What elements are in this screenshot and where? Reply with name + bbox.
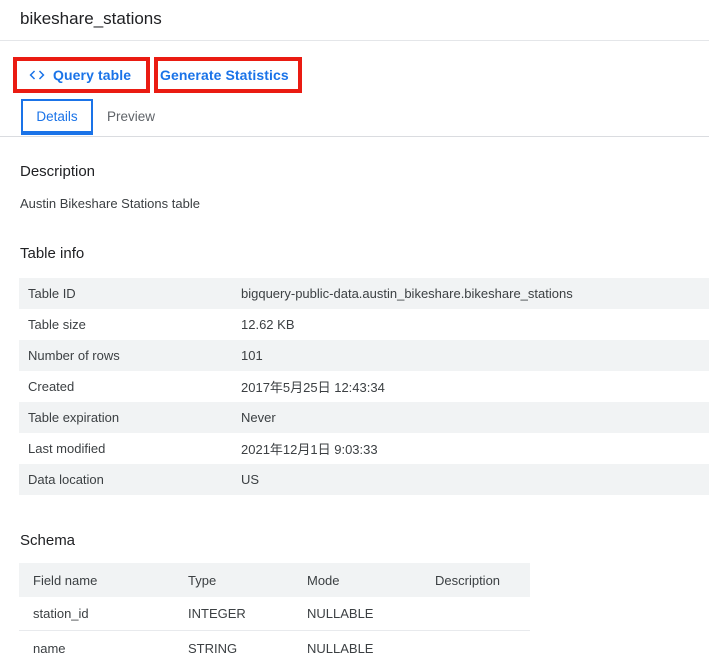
info-label: Table size (28, 317, 86, 332)
description-heading: Description (20, 163, 96, 180)
tab-details[interactable]: Details (21, 99, 93, 134)
query-table-label: Query table (53, 67, 132, 83)
info-value: 2017年5月25日 12:43:34 (241, 380, 385, 395)
schema-col-mode: Mode (307, 572, 340, 588)
info-value: US (241, 472, 260, 487)
schema-col-field-name: Field name (33, 572, 98, 588)
table-info-row: Table expiration Never (19, 402, 709, 433)
schema-table: Field name Type Mode Description station… (19, 563, 530, 665)
schema-col-description: Description (435, 572, 501, 588)
generate-statistics-label: Generate Statistics (160, 67, 289, 83)
schema-field-mode: NULLABLE (307, 606, 374, 621)
info-label: Created (28, 379, 75, 394)
info-value: bigquery-public-data.austin_bikeshare.bi… (241, 286, 573, 301)
page-title: bikeshare_stations (20, 9, 162, 28)
schema-header-row: Field name Type Mode Description (19, 563, 530, 597)
generate-statistics-button[interactable]: Generate Statistics (160, 57, 289, 93)
info-label: Table expiration (28, 410, 120, 425)
schema-field-mode: NULLABLE (307, 640, 374, 656)
code-icon (28, 66, 46, 84)
info-value: 12.62 KB (241, 317, 295, 332)
active-tab-underline (21, 131, 93, 135)
table-info-row: Table ID bigquery-public-data.austin_bike… (19, 278, 709, 309)
schema-field-type: INTEGER (188, 606, 246, 621)
description-text: Austin Bikeshare Stations table (20, 196, 200, 211)
info-value: Never (241, 410, 276, 425)
schema-field-row: station_id INTEGER NULLABLE (19, 597, 530, 631)
schema-field-name: station_id (33, 606, 89, 621)
info-value: 101 (241, 348, 263, 363)
info-label: Table ID (28, 286, 76, 301)
table-info-table: Table ID bigquery-public-data.austin_bike… (19, 278, 709, 495)
schema-heading: Schema (20, 532, 76, 549)
schema-field-type: STRING (188, 640, 238, 656)
table-info-row: Last modified 2021年12月1日 9:03:33 (19, 433, 709, 464)
query-table-button[interactable]: Query table (28, 57, 131, 93)
table-info-row: Number of rows 101 (19, 340, 709, 371)
tab-preview[interactable]: Preview (101, 99, 161, 134)
header-divider (0, 40, 709, 41)
schema-field-row: name STRING NULLABLE (19, 631, 530, 665)
table-info-row: Data location US (19, 464, 709, 495)
table-info-row: Table size 12.62 KB (19, 309, 709, 340)
table-info-row: Created 2017年5月25日 12:43:34 (19, 371, 709, 402)
schema-col-type: Type (188, 572, 217, 588)
info-label: Number of rows (28, 348, 120, 363)
schema-body: station_id INTEGER NULLABLE name STRING NULLA… (19, 597, 530, 665)
info-label: Data location (28, 472, 104, 487)
info-value: 2021年12月1日 9:03:33 (241, 442, 378, 457)
info-label: Last modified (28, 441, 106, 456)
table-info-heading: Table info (20, 245, 85, 262)
schema-field-name: name (33, 640, 66, 656)
tabs-divider (0, 136, 709, 137)
